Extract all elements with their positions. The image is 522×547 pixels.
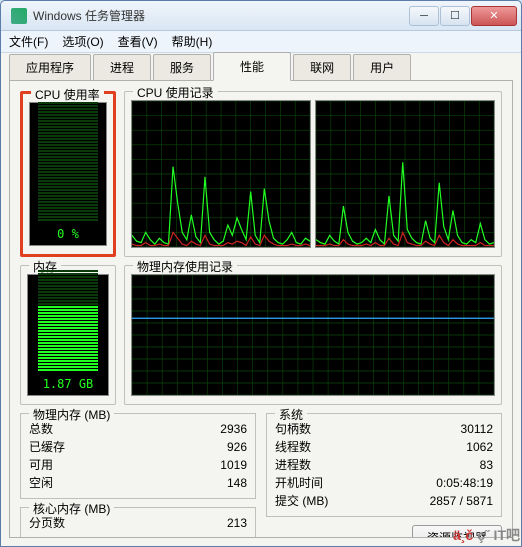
phys-cached-label: 已缓存 xyxy=(29,438,65,456)
system-title: 系统 xyxy=(275,406,307,423)
tab-users[interactable]: 用户 xyxy=(353,54,411,81)
cpu-history-title: CPU 使用记录 xyxy=(133,84,218,101)
sys-threads-value: 1062 xyxy=(466,438,493,456)
phys-avail-label: 可用 xyxy=(29,456,53,474)
tab-networking[interactable]: 联网 xyxy=(293,54,351,81)
cpu-usage-gauge: 0 % xyxy=(29,102,107,246)
menubar: 文件(F) 选项(O) 查看(V) 帮助(H) xyxy=(1,31,521,53)
phys-avail-value: 1019 xyxy=(220,456,247,474)
cpu-history-chart-0 xyxy=(131,100,311,248)
tab-performance[interactable]: 性能 xyxy=(213,52,291,81)
kernel-paged-value: 213 xyxy=(227,514,247,532)
cpu-usage-value: 0 % xyxy=(57,225,79,241)
performance-panel: CPU 使用率 0 % CPU 使用记录 内存 xyxy=(9,80,513,538)
physical-memory-title: 物理内存 (MB) xyxy=(29,406,114,423)
sys-threads-label: 线程数 xyxy=(275,438,311,456)
sys-commit-label: 提交 (MB) xyxy=(275,492,328,510)
menu-view[interactable]: 查看(V) xyxy=(118,33,158,50)
system-group: 系统 句柄数30112 线程数1062 进程数83 开机时间0:05:48:19… xyxy=(266,413,502,517)
tab-bar: 应用程序 进程 服务 性能 联网 用户 xyxy=(9,57,513,81)
sys-commit-value: 2857 / 5871 xyxy=(430,492,493,510)
phys-cached-value: 926 xyxy=(227,438,247,456)
watermark: ä¸č ç˝ IT吧 xyxy=(453,525,520,545)
sys-uptime-label: 开机时间 xyxy=(275,474,323,492)
minimize-button[interactable]: ─ xyxy=(409,6,439,26)
memory-usage-group: 内存 1.87 GB xyxy=(20,265,116,405)
tab-processes[interactable]: 进程 xyxy=(93,54,151,81)
cpu-history-group: CPU 使用记录 xyxy=(124,91,502,257)
physical-memory-group: 物理内存 (MB) 总数2936 已缓存926 可用1019 空闲148 xyxy=(20,413,256,499)
kernel-memory-group: 核心内存 (MB) 分页数213 xyxy=(20,507,256,538)
menu-options[interactable]: 选项(O) xyxy=(62,33,103,50)
tab-applications[interactable]: 应用程序 xyxy=(9,54,91,81)
sys-handles-value: 30112 xyxy=(461,420,493,438)
phys-free-label: 空闲 xyxy=(29,474,53,492)
sys-processes-label: 进程数 xyxy=(275,456,311,474)
tab-services[interactable]: 服务 xyxy=(153,54,211,81)
maximize-button[interactable]: ☐ xyxy=(440,6,470,26)
memory-history-title: 物理内存使用记录 xyxy=(133,258,237,275)
sys-processes-value: 83 xyxy=(480,456,493,474)
cpu-history-chart-1 xyxy=(315,100,495,248)
client-area: 应用程序 进程 服务 性能 联网 用户 CPU 使用率 0 % CPU 使用记录 xyxy=(1,53,521,546)
menu-help[interactable]: 帮助(H) xyxy=(172,33,213,50)
window-title: Windows 任务管理器 xyxy=(33,7,409,24)
kernel-memory-title: 核心内存 (MB) xyxy=(29,500,114,517)
task-manager-window: Windows 任务管理器 ─ ☐ ✕ 文件(F) 选项(O) 查看(V) 帮助… xyxy=(0,0,522,547)
sys-uptime-value: 0:05:48:19 xyxy=(436,474,493,492)
titlebar[interactable]: Windows 任务管理器 ─ ☐ ✕ xyxy=(1,1,521,31)
phys-total-value: 2936 xyxy=(220,420,247,438)
memory-usage-gauge: 1.87 GB xyxy=(27,274,109,396)
menu-file[interactable]: 文件(F) xyxy=(9,33,48,50)
cpu-usage-group: CPU 使用率 0 % xyxy=(20,91,116,257)
phys-free-value: 148 xyxy=(227,474,247,492)
memory-history-chart xyxy=(131,274,495,396)
app-icon xyxy=(11,8,27,24)
memory-usage-value: 1.87 GB xyxy=(43,375,94,391)
close-button[interactable]: ✕ xyxy=(471,6,517,26)
memory-history-group: 物理内存使用记录 xyxy=(124,265,502,405)
